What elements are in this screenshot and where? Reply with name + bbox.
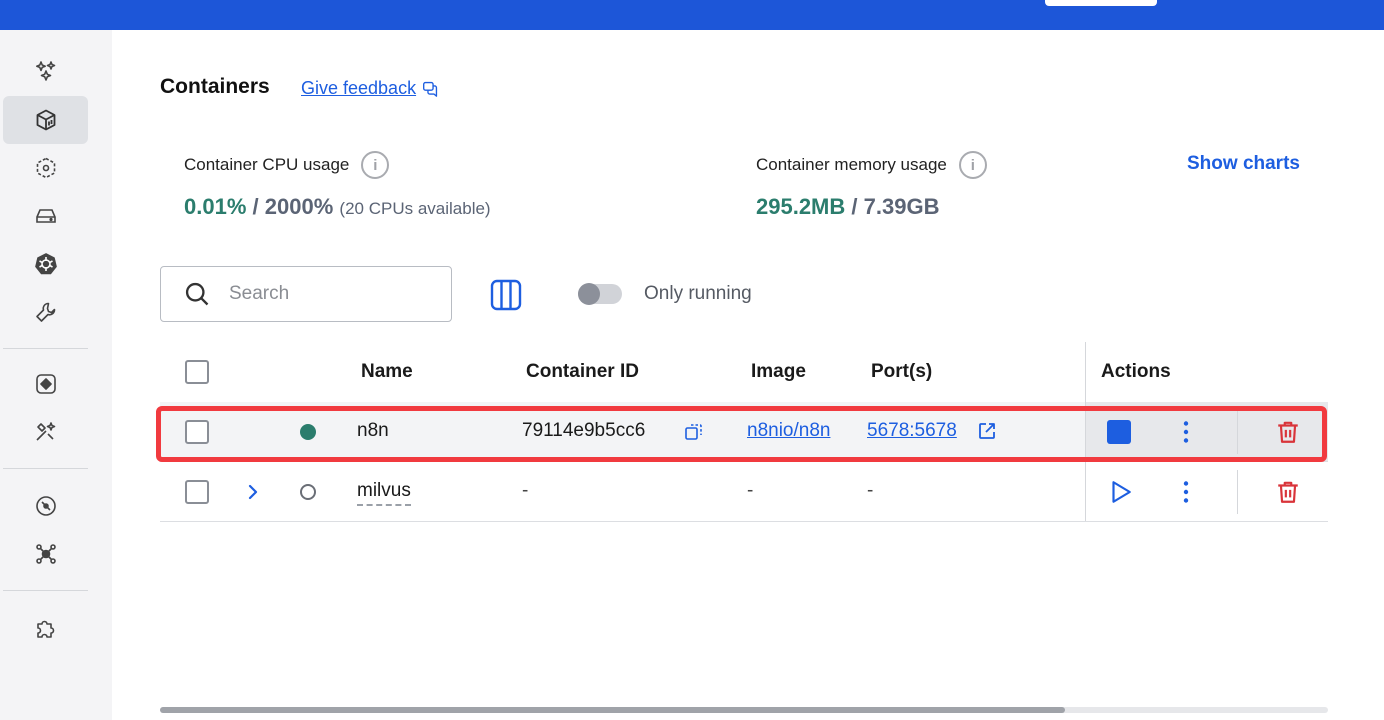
memory-usage-value: 295.2MB / 7.39GB xyxy=(756,194,939,220)
memory-info-icon[interactable]: i xyxy=(958,151,987,179)
memory-separator: / xyxy=(851,194,858,219)
only-running-toggle[interactable] xyxy=(578,283,622,305)
sidebar-item-kubernetes[interactable] xyxy=(3,240,88,288)
table-row[interactable]: milvus - - - xyxy=(160,462,1328,522)
sidebar-separator xyxy=(3,590,88,591)
status-stopped-icon xyxy=(300,484,316,500)
column-header-ports[interactable]: Port(s) xyxy=(871,361,932,383)
memory-used: 295.2MB xyxy=(756,194,846,219)
column-header-container-id[interactable]: Container ID xyxy=(526,361,639,383)
sidebar-item-build[interactable] xyxy=(3,408,88,456)
extension-diamond-icon xyxy=(35,374,56,394)
build-icon xyxy=(35,422,55,441)
select-all-checkbox[interactable] xyxy=(185,360,209,384)
sidebar-item-volumes[interactable] xyxy=(3,192,88,240)
scrollbar-thumb[interactable] xyxy=(160,707,1065,713)
sidebar-item-containers[interactable] xyxy=(3,96,88,144)
container-ports: - xyxy=(867,480,874,501)
sidebar-item-scout[interactable] xyxy=(3,482,88,530)
memory-total: 7.39GB xyxy=(863,194,940,219)
containers-icon xyxy=(36,109,55,131)
sidebar-item-extensions[interactable] xyxy=(3,604,88,652)
container-name[interactable]: milvus xyxy=(357,480,411,506)
give-feedback-link[interactable]: Give feedback xyxy=(301,78,439,99)
memory-usage-label: Container memory usage xyxy=(756,155,947,174)
cpu-total: 2000% xyxy=(264,194,334,219)
search-icon xyxy=(185,282,209,306)
column-header-name[interactable]: Name xyxy=(361,361,413,383)
row-highlight-annotation xyxy=(156,406,1327,462)
column-header-image[interactable]: Image xyxy=(751,361,806,383)
container-image: - xyxy=(747,480,754,501)
horizontal-scrollbar[interactable] xyxy=(160,707,1328,713)
toggle-knob xyxy=(578,283,600,305)
sparkle-icon xyxy=(35,61,55,81)
sidebar-item-dev-tools[interactable] xyxy=(3,288,88,336)
actions-separator xyxy=(1237,470,1238,514)
sidebar-item-extension-1[interactable] xyxy=(3,360,88,408)
kubernetes-icon xyxy=(34,253,57,275)
memory-usage-label-group: Container memory usage i xyxy=(756,151,987,179)
puzzle-icon xyxy=(36,620,54,638)
cpu-usage-label: Container CPU usage xyxy=(184,155,350,174)
table-header: Name Container ID Image Port(s) Actions xyxy=(160,342,1328,402)
play-icon[interactable] xyxy=(1107,479,1133,505)
cpu-available: (20 CPUs available) xyxy=(339,199,491,218)
search-box xyxy=(160,266,452,322)
sidebar-item-models[interactable] xyxy=(3,530,88,578)
sidebar xyxy=(0,30,112,720)
feedback-icon xyxy=(423,81,438,97)
page-title: Containers xyxy=(160,75,270,98)
row-checkbox[interactable] xyxy=(185,480,209,504)
columns-toggle-icon[interactable] xyxy=(489,278,523,312)
sidebar-separator xyxy=(3,348,88,349)
cpu-used: 0.01% xyxy=(184,194,247,219)
volumes-icon xyxy=(35,209,56,223)
search-input[interactable] xyxy=(229,283,419,305)
delete-trash-icon[interactable] xyxy=(1275,479,1301,505)
models-icon xyxy=(35,544,56,564)
cpu-info-icon[interactable]: i xyxy=(361,151,390,179)
sidebar-separator xyxy=(3,468,88,469)
chevron-right-icon[interactable] xyxy=(244,483,262,501)
scout-icon xyxy=(35,496,56,516)
column-header-actions: Actions xyxy=(1101,361,1171,382)
container-id: - xyxy=(522,480,529,501)
only-running-label: Only running xyxy=(644,283,752,304)
images-icon xyxy=(36,157,55,179)
main-content: Containers Give feedback Container CPU u… xyxy=(112,30,1384,720)
give-feedback-label: Give feedback xyxy=(301,78,417,98)
sidebar-item-images[interactable] xyxy=(3,144,88,192)
cpu-separator: / xyxy=(252,194,259,219)
more-options-icon[interactable] xyxy=(1176,480,1196,504)
top-bar xyxy=(0,0,1384,30)
cpu-usage-value: 0.01% / 2000% (20 CPUs available) xyxy=(184,194,491,220)
cpu-usage-label-group: Container CPU usage i xyxy=(184,151,390,179)
top-bar-button[interactable] xyxy=(1045,0,1157,6)
sidebar-item-ask-gordon[interactable] xyxy=(3,47,88,95)
show-charts-button[interactable]: Show charts xyxy=(1187,153,1300,175)
wrench-icon xyxy=(35,302,55,322)
